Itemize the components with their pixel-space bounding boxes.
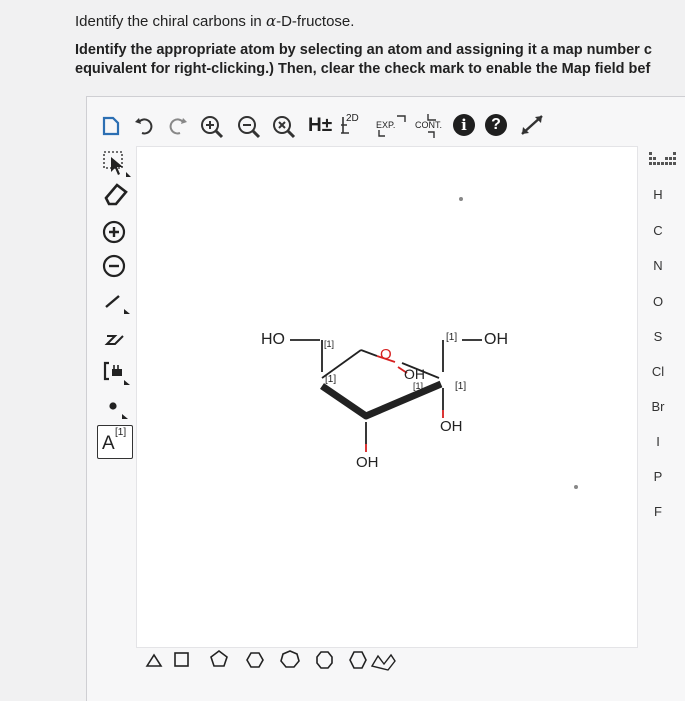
cyclobutane-icon[interactable]: [174, 652, 189, 667]
benzene-icon[interactable]: [349, 651, 367, 669]
cyclopropane-icon[interactable]: [145, 653, 163, 667]
cyclopentane-icon[interactable]: [210, 650, 228, 667]
cycloheptane-icon[interactable]: [280, 650, 300, 668]
chair-cyclohexane-icon[interactable]: [370, 653, 396, 671]
ring-templates: [145, 650, 396, 671]
cyclooctane-icon[interactable]: [316, 651, 333, 669]
cyclohexane-icon[interactable]: [246, 652, 264, 668]
